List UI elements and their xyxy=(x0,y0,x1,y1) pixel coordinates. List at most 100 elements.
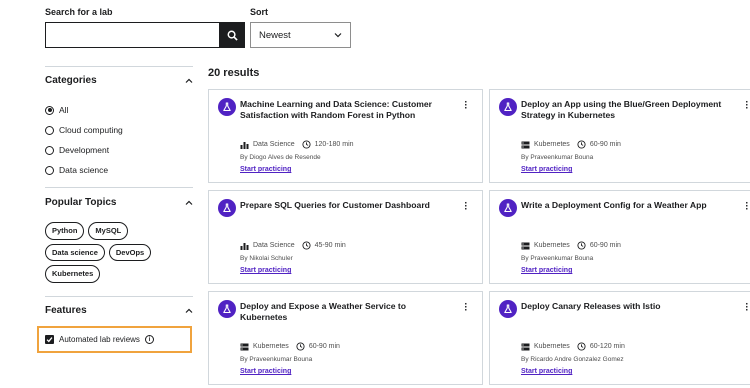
server-icon xyxy=(240,343,249,351)
divider xyxy=(45,187,193,188)
lab-card[interactable]: Deploy and Expose a Weather Service to K… xyxy=(208,291,483,385)
start-practicing-link[interactable]: Start practicing xyxy=(240,368,291,375)
category-radio-data-science[interactable]: Data science xyxy=(45,160,193,180)
lab-meta: Data Science 45-90 min xyxy=(240,241,346,250)
start-practicing-link[interactable]: Start practicing xyxy=(521,166,572,173)
categories-title: Categories xyxy=(45,75,97,86)
radio-icon[interactable] xyxy=(45,105,54,115)
chevron-down-icon xyxy=(334,33,342,38)
more-options-icon[interactable]: · · · xyxy=(744,199,750,215)
topic-pill-data-science[interactable]: Data science xyxy=(45,243,105,261)
lab-title[interactable]: Deploy and Expose a Weather Service to K… xyxy=(240,301,450,323)
features-header[interactable]: Features xyxy=(45,305,193,316)
radio-icon[interactable] xyxy=(45,145,54,155)
category-label: Development xyxy=(59,145,110,155)
flask-icon xyxy=(218,300,236,318)
divider xyxy=(45,66,193,67)
results-count: 20 results xyxy=(208,67,260,79)
lab-card[interactable]: Prepare SQL Queries for Customer Dashboa… xyxy=(208,190,483,284)
lab-title[interactable]: Write a Deployment Config for a Weather … xyxy=(521,200,731,211)
flask-icon xyxy=(499,98,517,116)
chevron-up-icon xyxy=(185,200,193,205)
lab-author: By Diogo Alves de Resende xyxy=(240,154,321,161)
clock-icon xyxy=(302,140,311,149)
more-options-icon[interactable]: · · · xyxy=(463,199,469,215)
lab-author: By Ricardo Andre Gonzalez Gomez xyxy=(521,356,624,363)
lab-category: Data Science xyxy=(253,242,295,249)
lab-category: Kubernetes xyxy=(534,242,570,249)
lab-card[interactable]: Deploy an App using the Blue/Green Deplo… xyxy=(489,89,750,183)
lab-card[interactable]: Deploy Canary Releases with Istio · · · Kube… xyxy=(489,291,750,385)
category-radio-all[interactable]: All xyxy=(45,100,193,120)
lab-meta: Kubernetes 60-90 min xyxy=(240,342,340,351)
search-input[interactable] xyxy=(45,22,220,48)
lab-author: By Praveenkumar Bouna xyxy=(240,356,313,363)
chevron-up-icon xyxy=(185,78,193,83)
lab-category: Kubernetes xyxy=(253,343,289,350)
more-options-icon[interactable]: · · · xyxy=(463,98,469,114)
radio-icon[interactable] xyxy=(45,165,54,175)
lab-meta: Kubernetes 60-120 min xyxy=(521,342,625,351)
start-practicing-link[interactable]: Start practicing xyxy=(521,368,572,375)
category-label: All xyxy=(59,105,69,115)
lab-duration: 60-90 min xyxy=(589,141,621,148)
lab-duration: 60-90 min xyxy=(589,242,621,249)
clock-icon xyxy=(577,140,586,149)
lab-author: By Praveenkumar Bouna xyxy=(521,154,594,161)
lab-duration: 60-120 min xyxy=(589,343,625,350)
more-options-icon[interactable]: · · · xyxy=(744,98,750,114)
topic-pill-kubernetes[interactable]: Kubernetes xyxy=(45,265,101,283)
lab-title[interactable]: Deploy Canary Releases with Istio xyxy=(521,301,731,312)
radio-icon[interactable] xyxy=(45,125,54,135)
divider xyxy=(45,296,193,297)
info-icon[interactable]: i xyxy=(144,335,154,344)
categories-header[interactable]: Categories xyxy=(45,75,193,86)
sort-label: Sort xyxy=(250,7,268,17)
sort-value: Newest xyxy=(259,29,291,41)
clock-icon xyxy=(577,342,586,351)
topics-title: Popular Topics xyxy=(45,197,117,208)
topic-pill-devops[interactable]: DevOps xyxy=(108,243,152,261)
flask-icon xyxy=(499,199,517,217)
more-options-icon[interactable]: · · · xyxy=(463,300,469,316)
lab-category: Kubernetes xyxy=(534,141,570,148)
clock-icon xyxy=(296,342,305,351)
start-practicing-link[interactable]: Start practicing xyxy=(240,267,291,274)
category-radio-development[interactable]: Development xyxy=(45,140,193,160)
flask-icon xyxy=(499,300,517,318)
bar-chart-icon xyxy=(240,141,249,149)
start-practicing-link[interactable]: Start practicing xyxy=(240,166,291,173)
automated-lab-reviews-label: Automated lab reviews xyxy=(59,335,140,344)
lab-title[interactable]: Prepare SQL Queries for Customer Dashboa… xyxy=(240,200,450,211)
features-title: Features xyxy=(45,305,87,316)
server-icon xyxy=(521,343,530,351)
topic-pill-mysql[interactable]: MySQL xyxy=(88,222,129,240)
categories-section: Categories All Cloud computing Developme… xyxy=(45,75,193,180)
lab-title[interactable]: Machine Learning and Data Science: Custo… xyxy=(240,99,450,121)
category-radio-cloud[interactable]: Cloud computing xyxy=(45,120,193,140)
lab-card[interactable]: Machine Learning and Data Science: Custo… xyxy=(208,89,483,183)
category-label: Cloud computing xyxy=(59,125,123,135)
features-section: Features xyxy=(45,305,193,316)
lab-title[interactable]: Deploy an App using the Blue/Green Deplo… xyxy=(521,99,731,121)
server-icon xyxy=(521,242,530,250)
lab-duration: 45-90 min xyxy=(314,242,346,249)
start-practicing-link[interactable]: Start practicing xyxy=(521,267,572,274)
topics-header[interactable]: Popular Topics xyxy=(45,197,193,208)
automated-lab-reviews-option[interactable]: Automated lab reviews i xyxy=(37,326,192,353)
lab-meta: Data Science 120-180 min xyxy=(240,140,354,149)
checkbox-checked-icon[interactable] xyxy=(45,335,54,344)
lab-card[interactable]: Write a Deployment Config for a Weather … xyxy=(489,190,750,284)
clock-icon xyxy=(577,241,586,250)
sort-select[interactable]: Newest xyxy=(250,22,351,48)
topics-section: Popular Topics Python MySQL Data science… xyxy=(45,197,193,283)
lab-category: Data Science xyxy=(253,141,295,148)
more-options-icon[interactable]: · · · xyxy=(744,300,750,316)
search-button[interactable] xyxy=(219,22,245,48)
lab-meta: Kubernetes 60-90 min xyxy=(521,241,621,250)
topic-pill-python[interactable]: Python xyxy=(45,222,85,240)
clock-icon xyxy=(302,241,311,250)
lab-duration: 60-90 min xyxy=(308,343,340,350)
lab-author: By Praveenkumar Bouna xyxy=(521,255,594,262)
server-icon xyxy=(521,141,530,149)
